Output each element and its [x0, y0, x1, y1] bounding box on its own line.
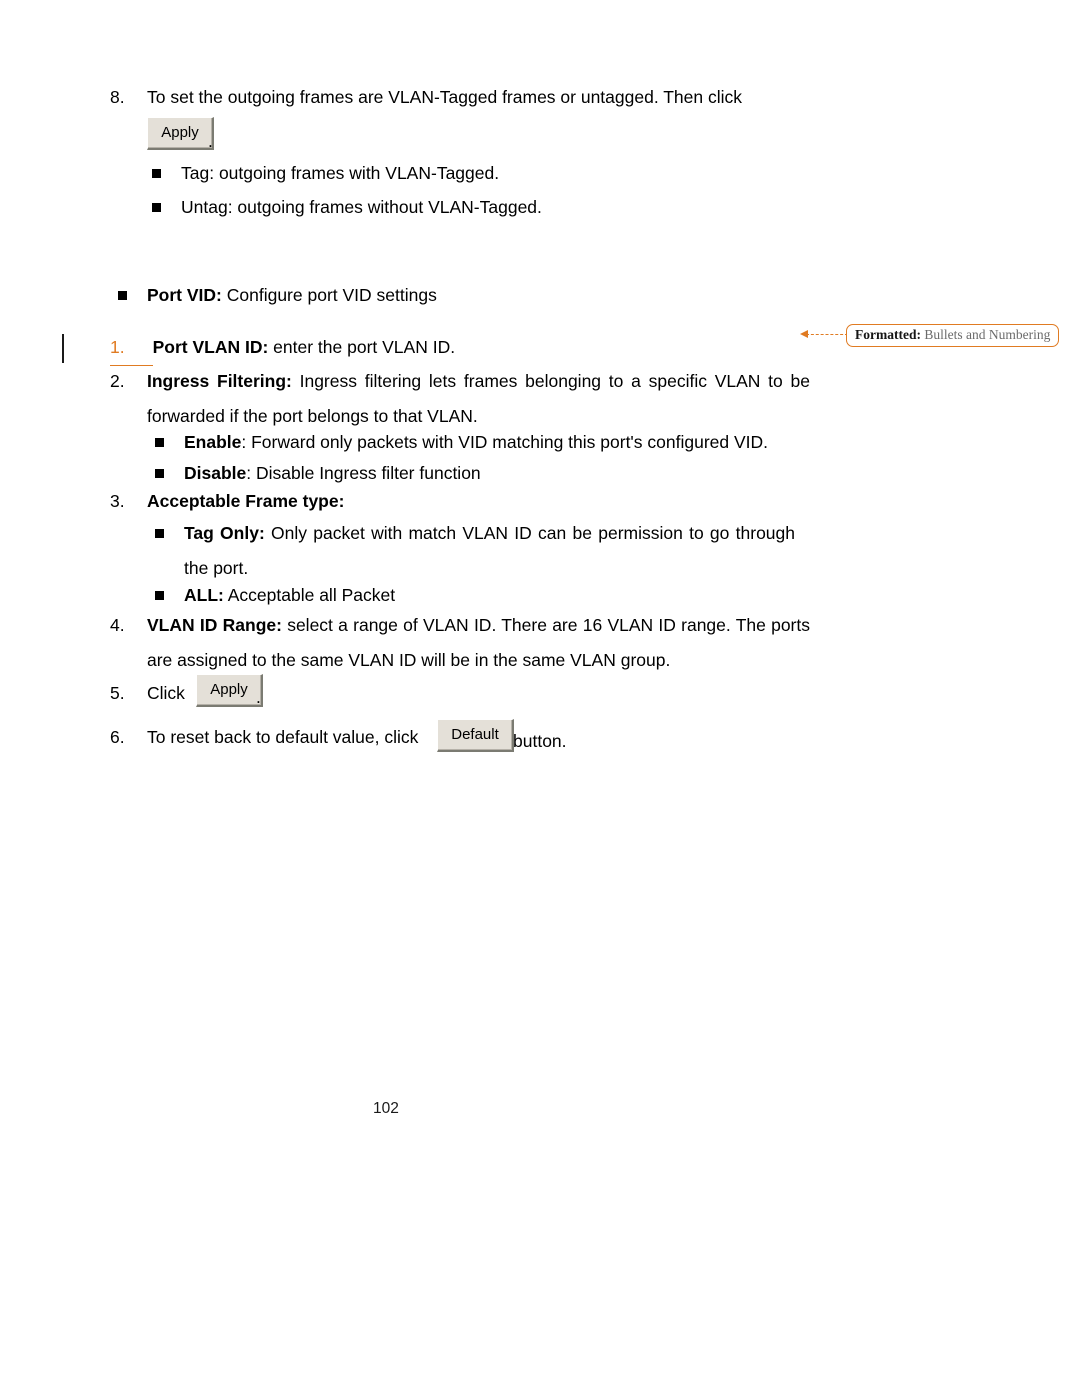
list-item: Tag Only: Only packet with match VLAN ID…	[155, 516, 795, 586]
apply-button-step5[interactable]: Apply	[196, 674, 263, 707]
square-bullet-icon	[155, 438, 164, 447]
step-2-paragraph: 2. Ingress Filtering: Ingress filtering …	[110, 364, 810, 434]
step-8-paragraph: 8. To set the outgoing frames are VLAN-T…	[110, 80, 810, 115]
step-3-paragraph: 3. Acceptable Frame type:	[110, 484, 810, 519]
disable-text: : Disable Ingress filter function	[246, 463, 481, 483]
square-bullet-icon	[155, 529, 164, 538]
callout-value: Bullets and Numbering	[920, 327, 1051, 342]
step-1-paragraph: 1. Port VLAN ID: enter the port VLAN ID.	[110, 330, 810, 366]
all-text: Acceptable all Packet	[223, 585, 396, 605]
square-bullet-icon	[152, 169, 161, 178]
default-button[interactable]: Default	[437, 719, 514, 752]
step-5-number: 5.	[110, 683, 125, 703]
enable-text: : Forward only packets with VID matching…	[241, 432, 769, 452]
tag-only-label: Tag Only:	[184, 523, 265, 543]
port-vid-text: Configure port VID settings	[221, 285, 437, 305]
step-1-number: 1.	[110, 330, 153, 366]
formatted-callout: Formatted: Bullets and Numbering	[846, 324, 1060, 347]
step-1-text: enter the port VLAN ID.	[268, 337, 456, 357]
bullet-text: Tag: outgoing frames with VLAN-Tagged.	[181, 163, 500, 183]
square-bullet-icon	[155, 469, 164, 478]
page-number: 102	[373, 1100, 399, 1117]
square-bullet-icon	[155, 591, 164, 600]
port-vid-label: Port VID:	[147, 285, 222, 305]
step-8-text: To set the outgoing frames are VLAN-Tagg…	[147, 87, 743, 107]
list-item: Untag: outgoing frames without VLAN-Tagg…	[152, 190, 792, 225]
revision-change-bar	[62, 334, 64, 363]
callout-leader-line	[806, 334, 848, 335]
step-1-label: Port VLAN ID:	[152, 337, 269, 357]
callout-label: Formatted:	[855, 327, 921, 342]
all-label: ALL:	[184, 585, 224, 605]
step-2-label: Ingress Filtering:	[147, 371, 292, 391]
step-5-trailing-period: .	[256, 687, 261, 707]
step-3-label: Acceptable Frame type:	[147, 491, 345, 511]
step-4-number: 4.	[110, 615, 125, 635]
list-item: Enable: Forward only packets with VID ma…	[155, 425, 815, 460]
apply-button-step8[interactable]: Apply	[147, 117, 214, 150]
bullet-text: Untag: outgoing frames without VLAN-Tagg…	[181, 197, 542, 217]
step-6-number: 6.	[110, 727, 125, 747]
document-page: 8. To set the outgoing frames are VLAN-T…	[0, 0, 1080, 1397]
step-4-paragraph: 4. VLAN ID Range: select a range of VLAN…	[110, 608, 810, 678]
port-vid-heading: Port VID: Configure port VID settings	[118, 278, 778, 313]
step-8-trailing-period: .	[208, 131, 213, 151]
step-3-number: 3.	[110, 491, 125, 511]
tag-only-text: Only packet with match VLAN ID can be pe…	[184, 523, 795, 578]
step-6-trailing-text: button.	[513, 731, 567, 751]
enable-label: Enable	[184, 432, 242, 452]
square-bullet-icon	[118, 291, 127, 300]
step-8-number: 8.	[110, 87, 125, 107]
step-2-number: 2.	[110, 371, 125, 391]
step-4-label: VLAN ID Range:	[147, 615, 282, 635]
square-bullet-icon	[152, 203, 161, 212]
disable-label: Disable	[184, 463, 247, 483]
list-item: Tag: outgoing frames with VLAN-Tagged.	[152, 156, 792, 191]
